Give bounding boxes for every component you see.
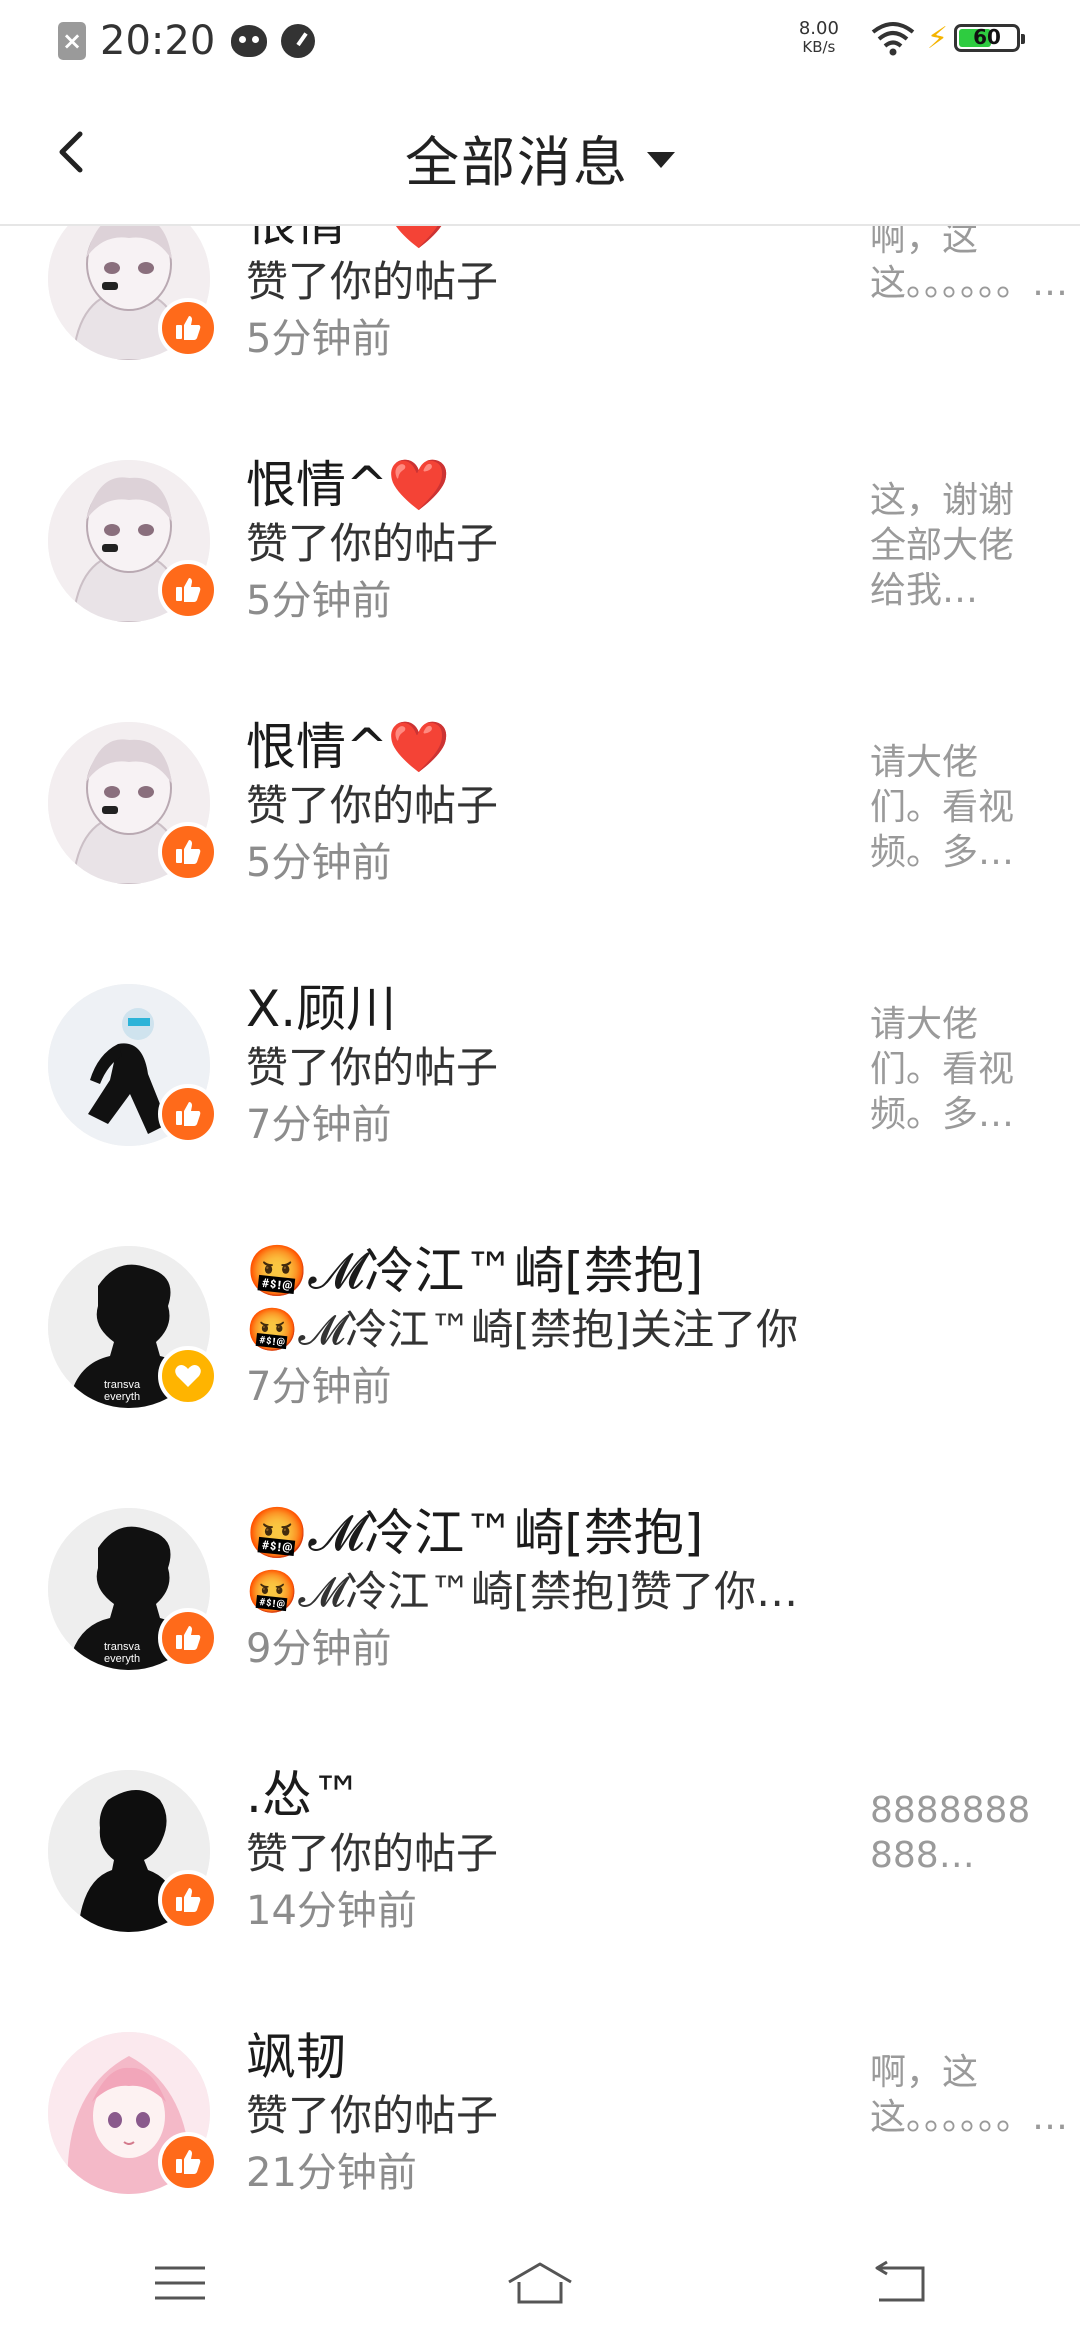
notification-row[interactable]: transva everyth 🤬𝓜冷江™崎[禁抱] 🤬𝓜冷江™崎[禁抱]关注了你 7分…	[0, 1196, 1080, 1458]
notification-row[interactable]: transva everyth 🤬𝓜冷江™崎[禁抱] 🤬𝓜冷江™崎[禁抱]赞了你… 9分…	[0, 1458, 1080, 1720]
action-text: 赞了你的帖子	[246, 1043, 499, 1092]
notification-row[interactable]: 恨情^❤️ 赞了你的帖子 5分钟前 啊，这这。。。。。。…	[0, 226, 1080, 410]
action-text: 赞了你的帖子	[246, 1829, 499, 1878]
svg-text:everyth: everyth	[104, 1653, 140, 1665]
menu-icon	[155, 2266, 205, 2300]
user-name[interactable]: X.顾川	[246, 978, 846, 1040]
status-time: 20:20	[100, 18, 216, 64]
user-name[interactable]: 恨情^❤️	[246, 226, 846, 254]
notification-list[interactable]: 恨情^❤️赞了你的帖子5分钟前啊，这这。。。。。。…恨情^❤️赞了你的帖子5分钟…	[0, 226, 1080, 2226]
action-text: 赞了你的帖子	[246, 781, 499, 830]
timestamp: 5分钟前	[246, 840, 392, 886]
system-nav-bar	[0, 2226, 1080, 2340]
message-filter-dropdown[interactable]: 全部消息	[0, 118, 1080, 197]
notification-text: 飒韧 赞了你的帖子 21分钟前	[246, 2026, 846, 2202]
notification-text: 🤬𝓜冷江™崎[禁抱] 🤬𝓜冷江™崎[禁抱]赞了你… 9分钟前	[246, 1502, 846, 1678]
thumbs-up-badge-icon	[158, 2132, 218, 2192]
status-bar: × 20:20 8.00 KB/s ⚡ 60	[0, 0, 1080, 84]
timestamp: 5分钟前	[246, 578, 392, 624]
home-button[interactable]	[480, 2243, 600, 2323]
notification-close-icon: ×	[58, 22, 86, 60]
timestamp: 5分钟前	[246, 316, 392, 362]
action-text: 赞了你的帖子	[246, 257, 499, 306]
speedometer-icon	[281, 24, 316, 58]
thumbs-up-badge-icon	[158, 1608, 218, 1668]
thumbs-up-badge-icon	[158, 560, 218, 620]
caret-down-icon	[647, 151, 675, 168]
page-title: 全部消息	[405, 131, 629, 194]
user-name[interactable]: 🤬𝓜冷江™崎[禁抱]	[246, 1502, 846, 1564]
user-name[interactable]: 恨情^❤️	[246, 454, 846, 516]
user-name[interactable]: 飒韧	[246, 2026, 846, 2088]
post-preview[interactable]: 啊，这这。。。。。。…	[870, 226, 1068, 306]
timestamp: 21分钟前	[246, 2150, 417, 2196]
status-bar-left: × 20:20	[58, 18, 316, 64]
user-name[interactable]: .怂™	[246, 1764, 846, 1826]
wifi-icon	[871, 22, 915, 56]
svg-text:transva: transva	[104, 1379, 141, 1391]
notification-row[interactable]: 恨情^❤️ 赞了你的帖子 5分钟前 这，谢谢全部大佬给我…	[0, 410, 1080, 672]
notification-row[interactable]: 恨情^❤️ 赞了你的帖子 5分钟前 请大佬们。看视频。多…	[0, 672, 1080, 934]
thumbs-up-badge-icon	[158, 1870, 218, 1930]
notification-text: .怂™ 赞了你的帖子 14分钟前	[246, 1764, 846, 1940]
app-notification-icon	[231, 25, 268, 57]
battery-icon: 60	[954, 24, 1025, 52]
network-speed-value: 8.00	[798, 18, 839, 39]
user-name[interactable]: 恨情^❤️	[246, 716, 846, 778]
thumbs-up-badge-icon	[158, 822, 218, 882]
post-preview[interactable]: 啊，这这。。。。。。…	[870, 2050, 1068, 2140]
notification-row[interactable]: .怂™ 赞了你的帖子 14分钟前 8888888888…	[0, 1720, 1080, 1982]
action-text: 🤬𝓜冷江™崎[禁抱]关注了你	[246, 1305, 799, 1354]
notification-row[interactable]: X.顾川 赞了你的帖子 7分钟前 请大佬们。看视频。多…	[0, 934, 1080, 1196]
app-header: 全部消息	[0, 84, 1080, 226]
network-speed: 8.00 KB/s	[798, 18, 839, 57]
thumbs-up-badge-icon	[158, 298, 218, 358]
post-preview[interactable]: 请大佬们。看视频。多…	[870, 1002, 1040, 1137]
thumbs-up-badge-icon	[158, 1084, 218, 1144]
follow-heart-badge-icon	[158, 1346, 218, 1406]
notification-text: 🤬𝓜冷江™崎[禁抱] 🤬𝓜冷江™崎[禁抱]关注了你 7分钟前	[246, 1240, 846, 1416]
status-bar-right: 8.00 KB/s ⚡ 60	[798, 18, 1025, 57]
action-text: 赞了你的帖子	[246, 2091, 499, 2140]
post-preview[interactable]: 这，谢谢全部大佬给我…	[870, 478, 1040, 613]
home-icon	[508, 2262, 572, 2304]
timestamp: 7分钟前	[246, 1102, 392, 1148]
charging-icon: ⚡	[926, 20, 948, 56]
action-text: 🤬𝓜冷江™崎[禁抱]赞了你…	[246, 1567, 799, 1616]
notification-text: 恨情^❤️ 赞了你的帖子 5分钟前	[246, 226, 846, 368]
post-preview[interactable]: 8888888888…	[870, 1788, 1040, 1878]
battery-level: 60	[973, 25, 1001, 49]
notification-list-inner: 恨情^❤️赞了你的帖子5分钟前啊，这这。。。。。。…恨情^❤️赞了你的帖子5分钟…	[0, 226, 1080, 2226]
menu-button[interactable]	[120, 2243, 240, 2323]
notification-text: 恨情^❤️赞了你的帖子 5分钟前	[246, 716, 846, 892]
notification-text: 恨情^❤️赞了你的帖子 5分钟前	[246, 454, 846, 630]
network-speed-unit: KB/s	[802, 38, 836, 56]
timestamp: 14分钟前	[246, 1888, 417, 1934]
notification-row[interactable]: 飒韧 赞了你的帖子 21分钟前 啊，这这。。。。。。…	[0, 1982, 1080, 2226]
post-preview[interactable]: 请大佬们。看视频。多…	[870, 740, 1040, 875]
back-nav-button[interactable]	[840, 2243, 960, 2323]
notification-text: X.顾川 赞了你的帖子 7分钟前	[246, 978, 846, 1154]
timestamp: 9分钟前	[246, 1626, 392, 1672]
svg-text:transva: transva	[104, 1641, 141, 1653]
action-text: 赞了你的帖子	[246, 519, 499, 568]
user-name[interactable]: 🤬𝓜冷江™崎[禁抱]	[246, 1240, 846, 1302]
svg-text:everyth: everyth	[104, 1391, 140, 1403]
back-nav-icon	[875, 2260, 925, 2302]
timestamp: 7分钟前	[246, 1364, 392, 1410]
